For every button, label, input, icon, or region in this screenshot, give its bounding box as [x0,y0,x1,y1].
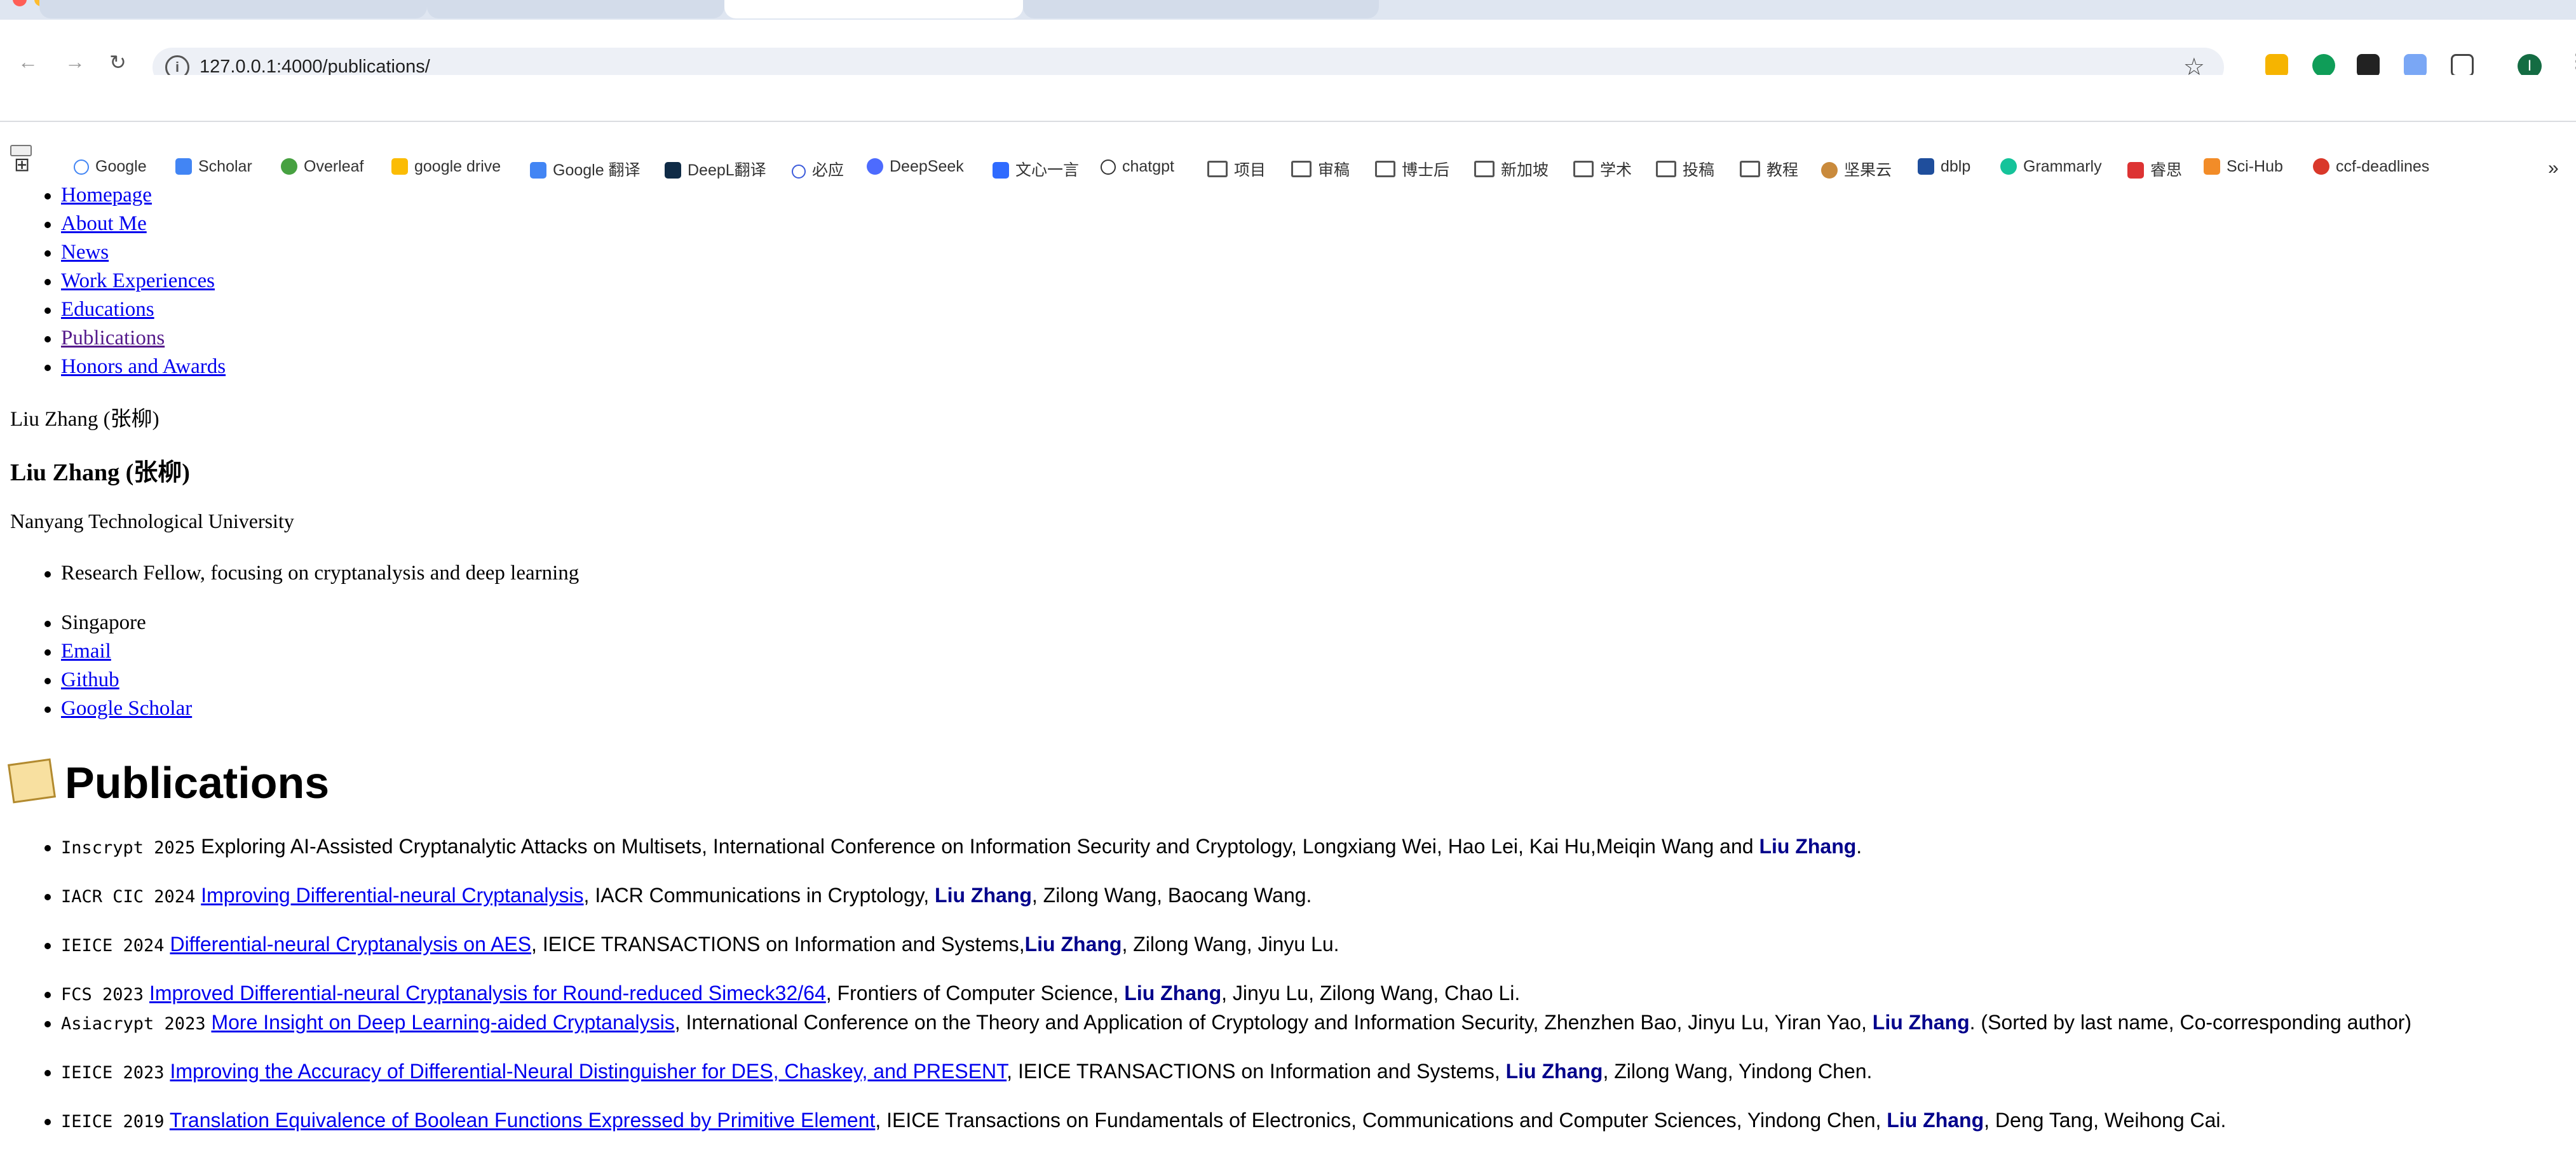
browser-tab[interactable] [1023,0,1379,18]
publication-title: Exploring AI-Assisted Cryptanalytic Atta… [201,835,702,858]
nav-item-news: News [0,240,109,265]
browser-tab[interactable] [39,0,427,18]
memo-icon [8,758,56,804]
nav-item-work: Work Experiences [0,268,215,294]
browser-tab-active[interactable] [724,0,1023,18]
bookmarks-bar: ⊞ Google Scholar Overleaf google drive G… [0,75,2576,179]
publication-venue: IACR CIC 2024 [61,887,196,907]
publications-heading: Publications [8,757,329,808]
nav-link-news[interactable]: News [61,241,109,264]
nav-link-homepage[interactable]: Homepage [61,184,152,206]
nav-item-publications: Publications [0,325,165,351]
forward-icon[interactable]: → [65,50,85,74]
nav-link-honors[interactable]: Honors and Awards [61,355,226,378]
extension-icon[interactable] [2265,54,2288,77]
nav-item-honors: Honors and Awards [0,354,226,379]
nav-link-work-experiences[interactable]: Work Experiences [61,269,215,292]
publication-venue: Asiacrypt 2023 [61,1014,206,1034]
reload-icon[interactable]: ↻ [109,50,126,74]
grammarly-extension-icon[interactable] [2312,54,2335,77]
publication-item: IEICE 2023 Improving the Accuracy of Dif… [0,1059,1872,1086]
publication-venue: IEICE 2024 [61,936,165,956]
publication-venue: IEICE 2023 [61,1063,165,1083]
google-scholar-link[interactable]: Google Scholar [61,697,192,720]
close-window-icon[interactable] [13,0,27,6]
publication-item: Inscrypt 2025 Exploring AI-Assisted Cryp… [0,834,1862,861]
nav-link-about[interactable]: About Me [61,212,147,235]
publication-item: IEICE 2024 Differential-neural Cryptanal… [0,931,1339,959]
publication-title-link[interactable]: Improving the Accuracy of Differential-N… [170,1060,1007,1083]
menu-kebab-icon[interactable]: ⋮ [2567,50,2576,72]
profile-name: Liu Zhang (张柳) [10,459,190,486]
browser-tab[interactable] [427,0,724,18]
terminal-extension-icon[interactable] [2357,54,2380,77]
profile-email-item: Email [0,639,111,664]
publication-title-link[interactable]: Improved Differential-neural Cryptanalys… [149,982,826,1005]
publication-venue: Inscrypt 2025 [61,838,196,858]
nav-link-educations[interactable]: Educations [61,298,154,321]
nav-item-educations: Educations [0,297,154,322]
publication-item: FCS 2023 Improved Differential-neural Cr… [0,980,1520,1008]
nav-toggle-button[interactable] [10,145,32,156]
profile-image-alt: Liu Zhang (张柳) [10,408,159,431]
publication-title-link[interactable]: Differential-neural Cryptanalysis on AES [170,933,531,956]
profile-github-item: Github [0,667,119,693]
nav-item-about: About Me [0,211,147,236]
publication-title-link[interactable]: Improving Differential-neural Cryptanaly… [201,884,583,907]
back-icon[interactable]: ← [18,50,38,74]
profile-scholar-item: Google Scholar [0,696,192,721]
profile-location: Singapore [0,610,146,635]
extensions-puzzle-icon[interactable] [2451,54,2474,77]
publication-item: IACR CIC 2024 Improving Differential-neu… [0,883,1312,910]
github-link[interactable]: Github [61,668,119,691]
publication-item: IEICE 2019 Translation Equivalence of Bo… [0,1107,2226,1135]
email-link[interactable]: Email [61,640,111,663]
publication-title-link[interactable]: Translation Equivalence of Boolean Funct… [170,1109,875,1132]
publication-venue: IEICE 2019 [61,1112,165,1132]
profile-affiliation: Nanyang Technological University [10,510,294,532]
nav-link-publications[interactable]: Publications [61,327,165,349]
publication-title-link[interactable]: More Insight on Deep Learning-aided Cryp… [211,1011,674,1034]
nav-item-homepage: Homepage [0,182,152,208]
tab-strip [0,0,2576,20]
profile-bio-item: Research Fellow, focusing on cryptanalys… [0,560,579,586]
publication-item: Asiacrypt 2023 More Insight on Deep Lear… [0,1010,2411,1037]
document-extension-icon[interactable] [2404,54,2427,77]
publication-venue: FCS 2023 [61,985,144,1005]
page-content: Homepage About Me News Work Experiences … [0,122,2576,1150]
